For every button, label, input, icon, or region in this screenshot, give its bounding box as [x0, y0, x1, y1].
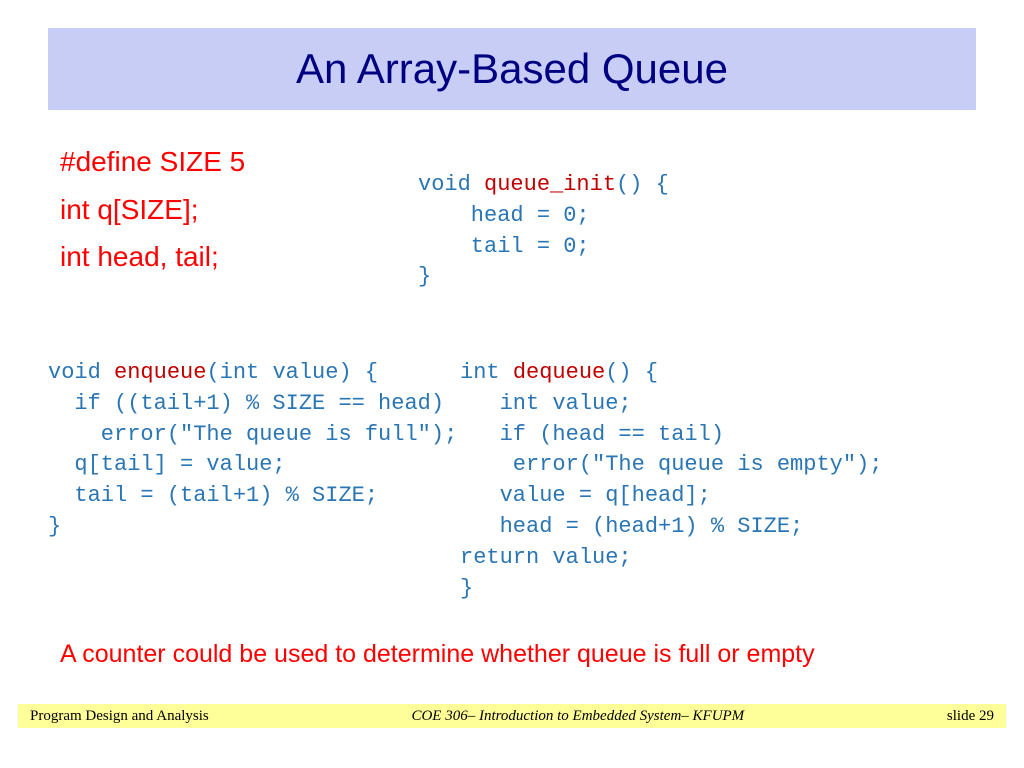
- slide-title: An Array-Based Queue: [296, 45, 728, 93]
- title-bar: An Array-Based Queue: [48, 28, 976, 110]
- code-dequeue: int dequeue() { int value; if (head == t…: [460, 358, 882, 604]
- footer-left: Program Design and Analysis: [30, 708, 209, 725]
- decl-line-2: int q[SIZE];: [60, 186, 245, 234]
- footer-right: slide 29: [947, 708, 994, 725]
- decl-line-3: int head, tail;: [60, 233, 245, 281]
- keyword-void: void: [48, 360, 114, 385]
- footer-note: A counter could be used to determine whe…: [60, 640, 815, 669]
- footer-bar: Program Design and Analysis COE 306– Int…: [18, 704, 1006, 728]
- code-body-dequeue: () { int value; if (head == tail) error(…: [460, 360, 882, 601]
- code-queue-init: void queue_init() { head = 0; tail = 0; …: [418, 170, 669, 293]
- fn-name-queue-init: queue_init: [484, 172, 616, 197]
- fn-name-dequeue: dequeue: [513, 360, 605, 385]
- code-body-enqueue: (int value) { if ((tail+1) % SIZE == hea…: [48, 360, 457, 539]
- decl-line-1: #define SIZE 5: [60, 138, 245, 186]
- declarations: #define SIZE 5 int q[SIZE]; int head, ta…: [60, 138, 245, 281]
- keyword-void: void: [418, 172, 484, 197]
- fn-name-enqueue: enqueue: [114, 360, 206, 385]
- keyword-int: int: [460, 360, 513, 385]
- footer-center: COE 306– Introduction to Embedded System…: [411, 708, 744, 725]
- code-enqueue: void enqueue(int value) { if ((tail+1) %…: [48, 358, 457, 543]
